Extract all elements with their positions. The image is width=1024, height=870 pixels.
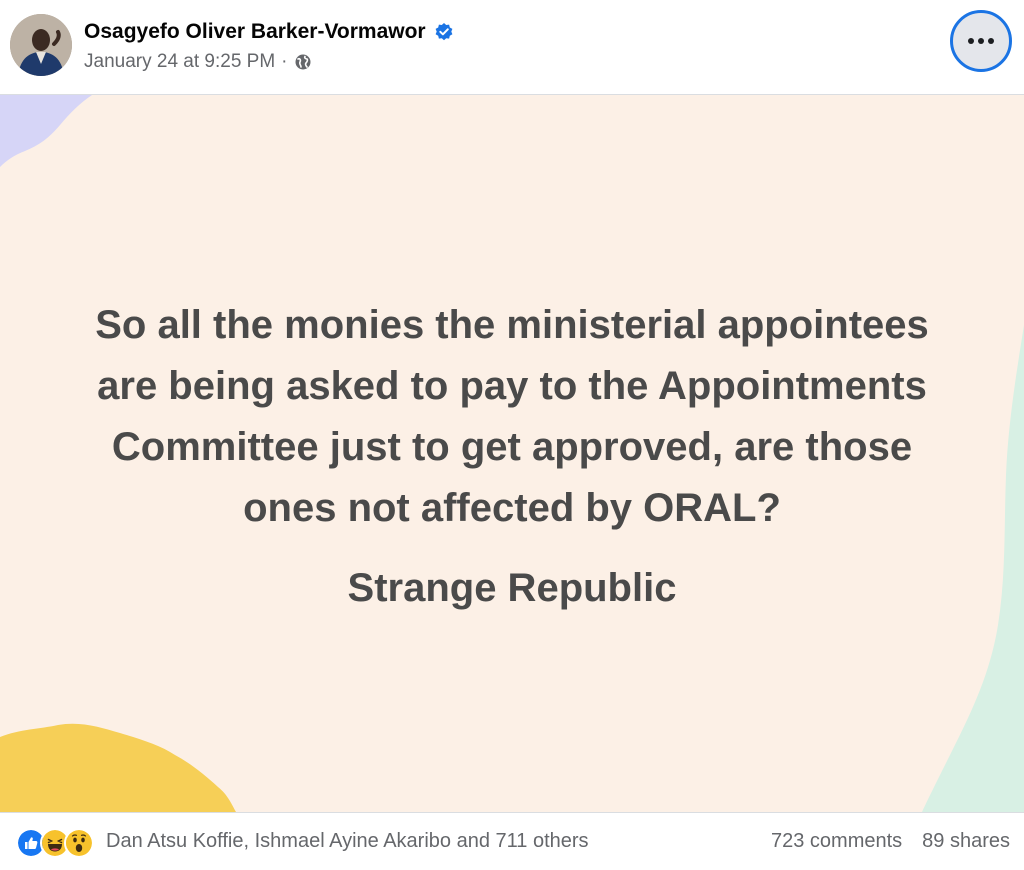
post-meta: January 24 at 9:25 PM ·: [84, 49, 312, 75]
verified-badge-icon: [435, 23, 452, 41]
comments-count[interactable]: 723 comments: [771, 830, 902, 853]
post-body-line: So all the monies the ministerial appoin…: [95, 303, 929, 347]
purple-corner-shape: [0, 95, 92, 167]
more-options-button[interactable]: [950, 10, 1012, 72]
reaction-icons[interactable]: [16, 828, 94, 858]
post-body-line: ones not affected by ORAL?: [243, 486, 781, 530]
post-sign-off: Strange Republic: [347, 566, 677, 610]
post-timestamp[interactable]: January 24 at 9:25 PM: [84, 51, 275, 73]
yellow-corner-shape: [0, 723, 236, 812]
post-header: Osagyefo Oliver Barker-Vormawor January …: [0, 0, 1024, 94]
author-row: Osagyefo Oliver Barker-Vormawor: [84, 17, 454, 47]
avatar-portrait-icon: [10, 14, 72, 76]
reactors-summary[interactable]: Dan Atsu Koffie, Ishmael Ayine Akaribo a…: [106, 830, 589, 853]
engagement-counts: 723 comments 89 shares: [771, 830, 1010, 853]
globe-icon[interactable]: [294, 53, 312, 71]
post-body-line: are being asked to pay to the Appointmen…: [97, 364, 927, 408]
post-engagement-bar: Dan Atsu Koffie, Ishmael Ayine Akaribo a…: [0, 813, 1024, 870]
author-name[interactable]: Osagyefo Oliver Barker-Vormawor: [84, 20, 426, 44]
post-body-line: Committee just to get approved, are thos…: [111, 425, 913, 469]
post-body: So all the monies the ministerial appoin…: [20, 295, 1004, 539]
meta-separator: ·: [281, 51, 288, 72]
wow-icon: [64, 828, 94, 858]
shares-count[interactable]: 89 shares: [922, 830, 1010, 853]
more-options-icon: [968, 38, 994, 44]
author-avatar[interactable]: [10, 14, 72, 76]
